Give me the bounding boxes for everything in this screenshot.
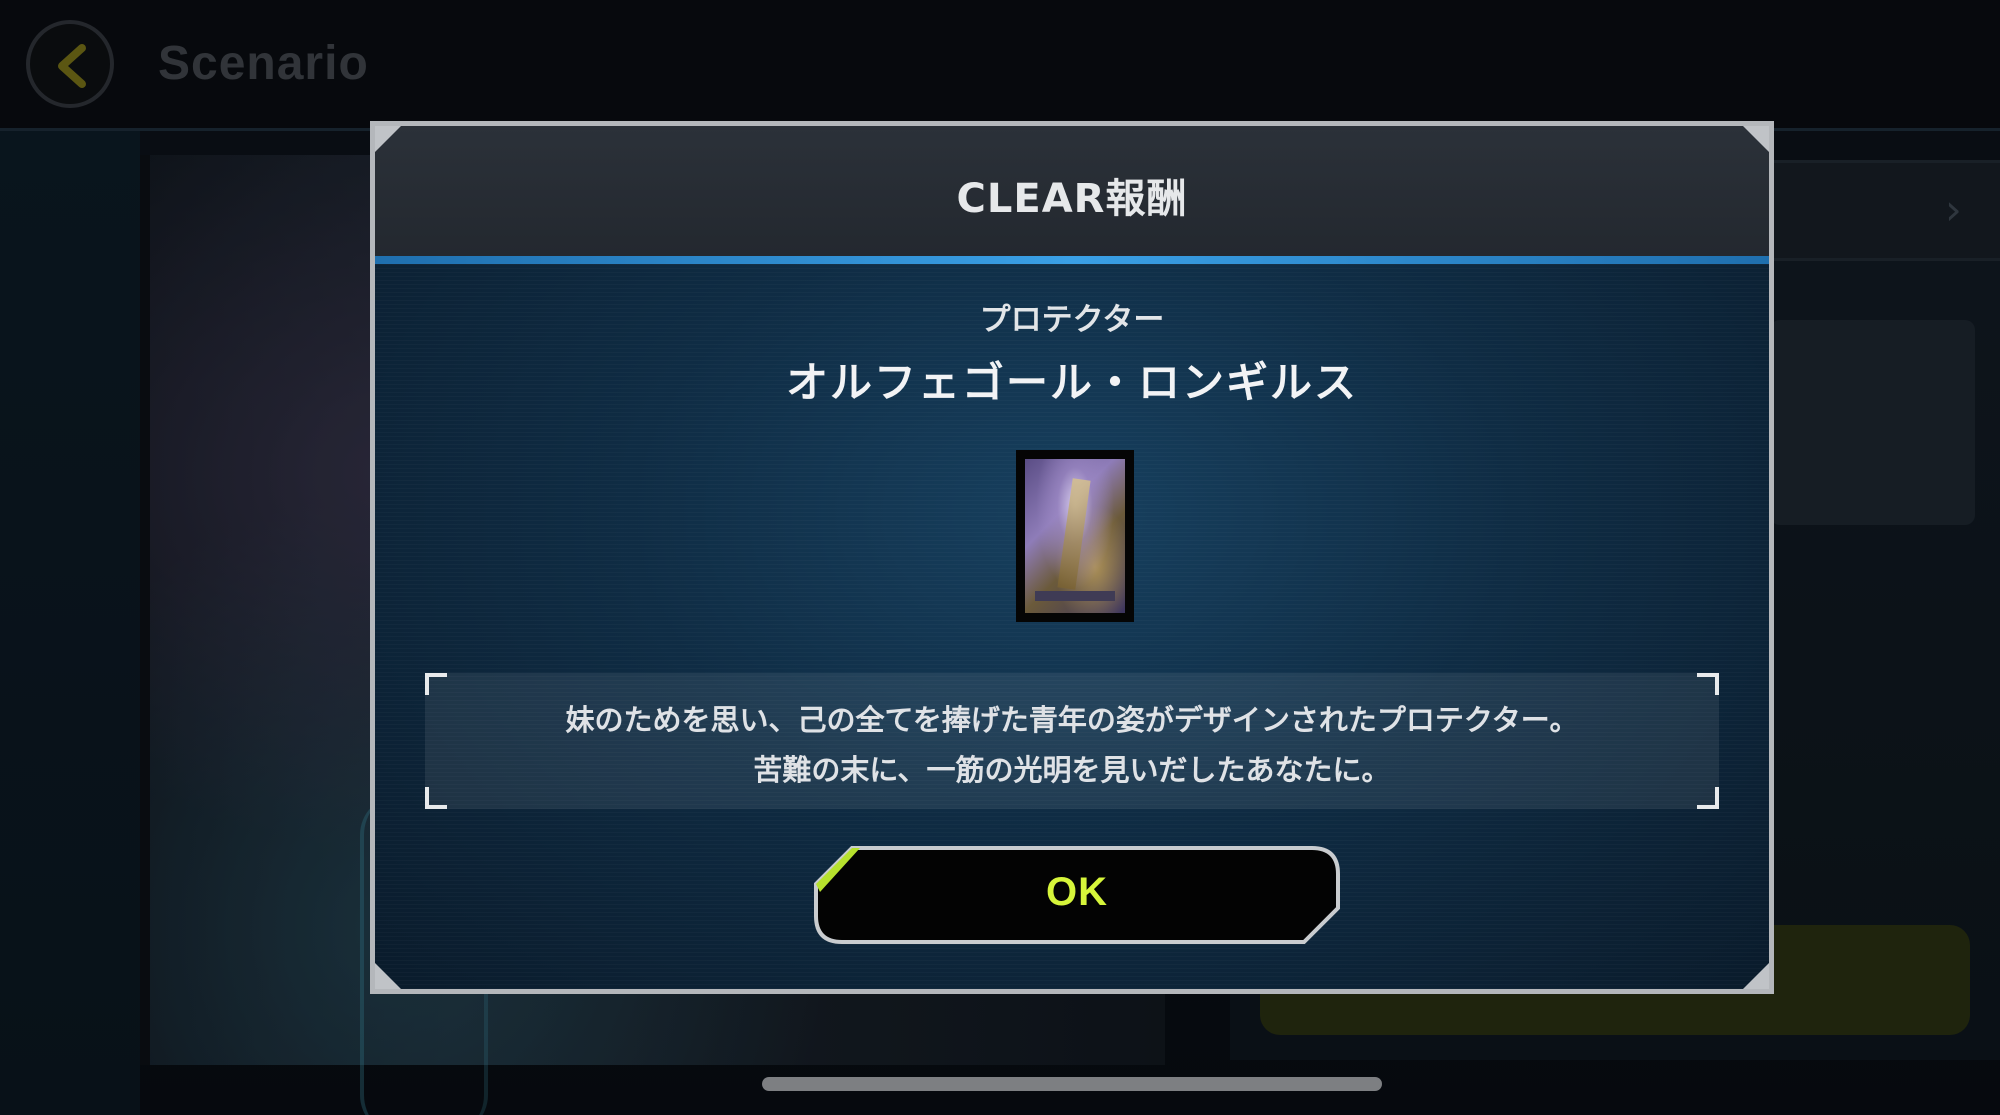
reward-item-name: オルフェゴール・ロンギルス — [785, 358, 1358, 407]
description-line: 妹のためを思い、己の全てを捧げた青年の姿がデザインされたプロテクター。 — [565, 703, 1579, 737]
home-indicator[interactable] — [762, 1077, 1382, 1091]
clear-reward-dialog: CLEAR報酬 プロテクター オルフェゴール・ロンギルス 妹のためを思い、己の全… — [370, 121, 1774, 994]
screen: Scenario › CLEAR報酬 プロテクター オルフェゴール・ロンギルス … — [0, 0, 2000, 1115]
dialog-title: CLEAR報酬 — [956, 176, 1188, 222]
bracket-decoration — [1697, 787, 1719, 809]
corner-decoration — [1741, 126, 1769, 154]
bracket-decoration — [425, 787, 447, 809]
dialog-header: CLEAR報酬 — [375, 126, 1769, 256]
description-line: 苦難の末に、一筋の光明を見いだしたあなたに。 — [753, 753, 1391, 787]
protector-card-image — [1016, 450, 1134, 622]
corner-decoration — [375, 126, 403, 154]
ok-button[interactable]: OK — [812, 844, 1342, 946]
ok-button-label: OK — [1046, 870, 1108, 914]
card-artwork — [1025, 459, 1125, 613]
bracket-decoration — [1697, 673, 1719, 695]
header-divider — [375, 256, 1769, 264]
reward-description-box: 妹のためを思い、己の全てを捧げた青年の姿がデザインされたプロテクター。 苦難の末… — [425, 673, 1719, 809]
reward-item-type: プロテクター — [979, 302, 1165, 338]
corner-decoration — [375, 961, 403, 989]
bracket-decoration — [425, 673, 447, 695]
corner-decoration — [1741, 961, 1769, 989]
